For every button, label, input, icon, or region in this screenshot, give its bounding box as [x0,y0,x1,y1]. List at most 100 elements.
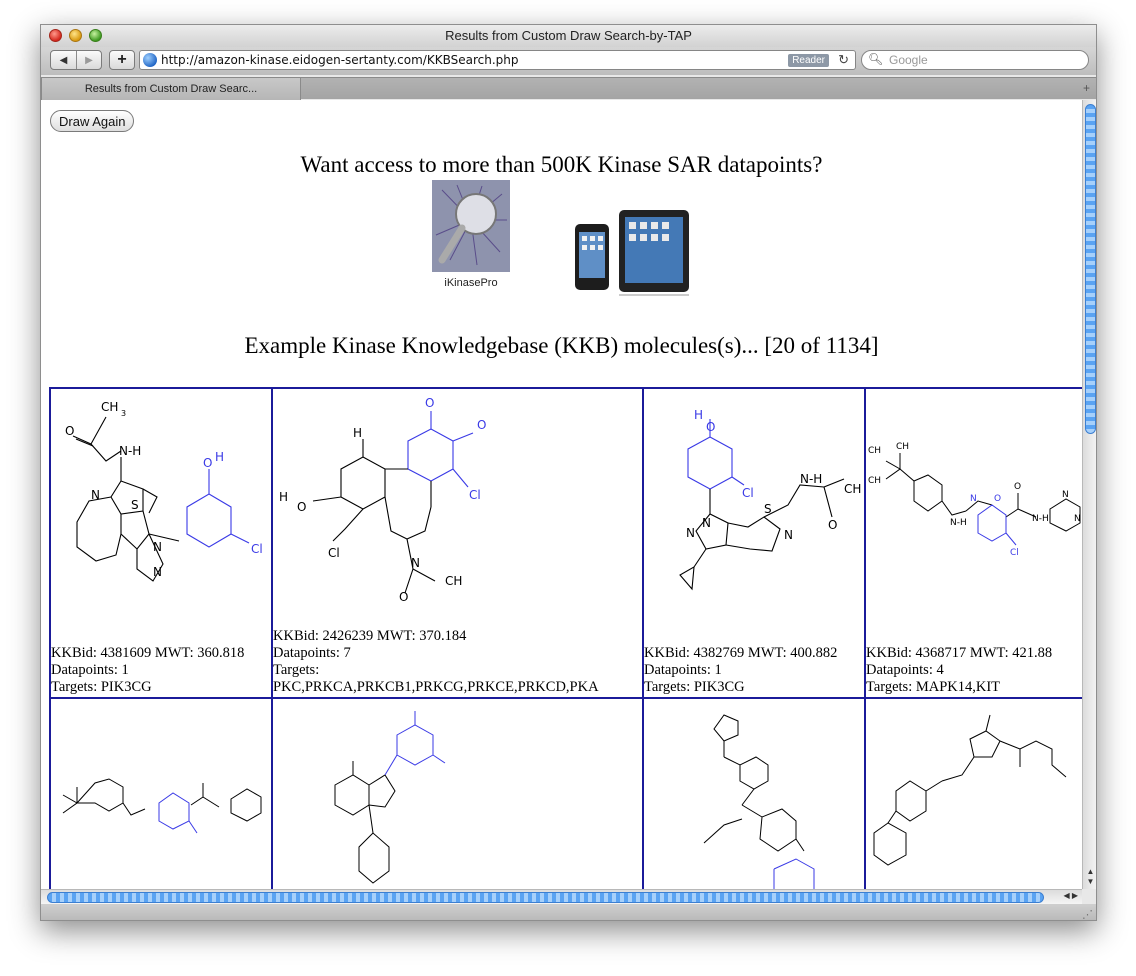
tab-bar: Results from Custom Draw Searc... + [41,77,1096,100]
molecule-cell[interactable]: CH CH CH N-H O N-H N N N O Cl KKBid: 436… [864,387,1082,699]
back-button[interactable]: ◀ [51,51,76,69]
atom-label: CH [101,400,118,414]
atom-label: N [153,540,162,554]
molecule-cell[interactable]: N N S N N-H O CH H O Cl KKBid: 4382769 M… [642,387,866,699]
address-bar[interactable]: http://amazon-kinase.eidogen-sertanty.co… [139,50,856,70]
atom-label: N-H [119,444,141,458]
tab-results[interactable]: Results from Custom Draw Searc... [41,78,301,100]
atom-label: H [694,408,703,422]
vertical-scrollbar[interactable]: ▲ ▼ [1082,100,1096,889]
atom-label: CH [868,446,881,456]
atom-label: O [65,424,74,438]
reload-icon[interactable]: ↻ [838,52,849,68]
atom-label: O [297,500,306,514]
atom-label: O [994,494,1001,504]
atom-label: H [353,426,362,440]
molecule-info: KKBid: 4382769 MWT: 400.882 Datapoints: … [644,645,864,696]
molecule-targets: Targets: MAPK14,KIT [866,679,1001,695]
url-text[interactable]: http://amazon-kinase.eidogen-sertanty.co… [161,53,519,67]
ikinasepro-label: iKinasePro [444,277,498,289]
molecule-info: KKBid: 2426239 MWT: 370.184 Datapoints: … [273,628,642,696]
horizontal-scroll-thumb[interactable] [47,892,1044,903]
browser-toolbar: ◀ ▶ + http://amazon-kinase.eidogen-serta… [41,47,1096,75]
molecule-targets-label: Targets: [273,662,320,678]
molecule-info: KKBid: 4368717 MWT: 421.88 Datapoints: 4… [866,645,1082,696]
atom-label: CH [868,476,881,486]
atom-label: H [215,450,224,464]
promo-text: Want access to more than 500K Kinase SAR… [300,152,823,177]
atom-label: N [1062,490,1069,500]
molecule-structure-icon [62,778,262,834]
atom-label: N [153,565,162,579]
molecule-datapoints: Datapoints: 1 [644,662,722,678]
browser-window: Results from Custom Draw Search-by-TAP ◀… [40,24,1097,921]
molecule-cell[interactable] [49,697,273,889]
atom-label: S [764,502,772,516]
new-tab-icon[interactable]: + [1083,81,1090,95]
reader-button[interactable]: Reader [788,54,829,67]
molecule-targets: Targets: PIK3CG [51,679,152,695]
atom-label: CH [896,442,909,452]
molecule-id-mwt: KKBid: 4382769 MWT: 400.882 [644,645,838,661]
atom-label: O [399,590,408,604]
forward-button[interactable]: ▶ [75,51,101,69]
search-placeholder: Google [889,53,928,67]
molecule-datapoints: Datapoints: 4 [866,662,944,678]
molecule-targets: PKC,PRKCA,PRKCB1,PRKCG,PRKCE,PRKCD,PKA [273,679,599,695]
atom-label: N [970,494,977,504]
atom-label: N [784,528,793,542]
atom-label: N [702,516,711,530]
draw-again-button[interactable]: Draw Again [50,110,135,132]
molecule-cell[interactable] [642,697,866,889]
molecule-id-mwt: KKBid: 4381609 MWT: 360.818 [51,645,245,661]
vertical-scroll-arrows[interactable]: ▲ ▼ [1084,867,1096,887]
molecule-grid: CH 3 O N-H N S N N O H Cl KKBid: 4381609… [49,387,1082,889]
search-icon[interactable]: 🔍︎ [868,52,883,66]
atom-label: S [131,498,139,512]
atom-label: N [1074,514,1081,524]
status-bar: ⋰ [41,904,1096,920]
atom-label: Cl [1010,548,1019,558]
atom-subscript: 3 [121,409,126,418]
molecule-datapoints: Datapoints: 7 [273,645,351,661]
atom-label: O [1014,482,1021,492]
molecule-cell[interactable]: H H O Cl N CH O O O Cl KKBid: 2426239 MW… [271,387,644,699]
nav-button-group: ◀ ▶ [50,50,102,70]
window-title: Results from Custom Draw Search-by-TAP [445,28,692,43]
molecule-structure-icon [873,714,1067,866]
page-content: Draw Again Want access to more than 500K… [41,100,1082,889]
molecule-datapoints: Datapoints: 1 [51,662,129,678]
molecule-id-mwt: KKBid: 4368717 MWT: 421.88 [866,645,1053,661]
resize-grip-icon[interactable]: ⋰ [1082,908,1093,920]
molecule-cell[interactable]: CH 3 O N-H N S N N O H Cl KKBid: 4381609… [49,387,273,699]
atom-label: CH [445,574,462,588]
atom-label: Cl [742,486,754,500]
horizontal-scrollbar[interactable]: ◀ ▶ [41,889,1082,904]
search-field[interactable]: 🔍︎ Google [861,50,1089,70]
molecule-targets: Targets: PIK3CG [644,679,745,695]
atom-label: Cl [328,546,340,560]
atom-label: O [828,518,837,532]
atom-label: N [686,526,695,540]
atom-label: Cl [251,542,263,556]
molecule-info: KKBid: 4381609 MWT: 360.818 Datapoints: … [51,645,271,696]
atom-label: O [425,396,434,410]
atom-label: CH [844,482,861,496]
atom-label: O [706,420,715,434]
molecule-structure-icon [703,714,815,889]
molecule-cell[interactable] [864,697,1082,889]
iphone-ipad-image[interactable] [571,208,691,298]
molecule-cell[interactable] [271,697,644,889]
atom-label: N-H [1032,514,1049,524]
title-bar[interactable]: Results from Custom Draw Search-by-TAP [41,25,1096,47]
atom-label: O [203,456,212,470]
atom-label: N-H [800,472,822,486]
horizontal-scroll-arrows[interactable]: ◀ ▶ [1063,891,1078,900]
vertical-scroll-thumb[interactable] [1085,104,1096,434]
add-bookmark-button[interactable]: + [109,50,135,70]
molecule-structure-icon: CH CH CH N-H O N-H N N N O Cl [868,442,1081,558]
results-heading: Example Kinase Knowledgebase (KKB) molec… [244,333,879,358]
atom-label: N-H [950,518,967,528]
molecule-structure-icon: H H O Cl N CH O O O Cl [279,396,486,604]
molecule-structure-icon: CH 3 O N-H N S N N O H Cl [65,400,263,582]
